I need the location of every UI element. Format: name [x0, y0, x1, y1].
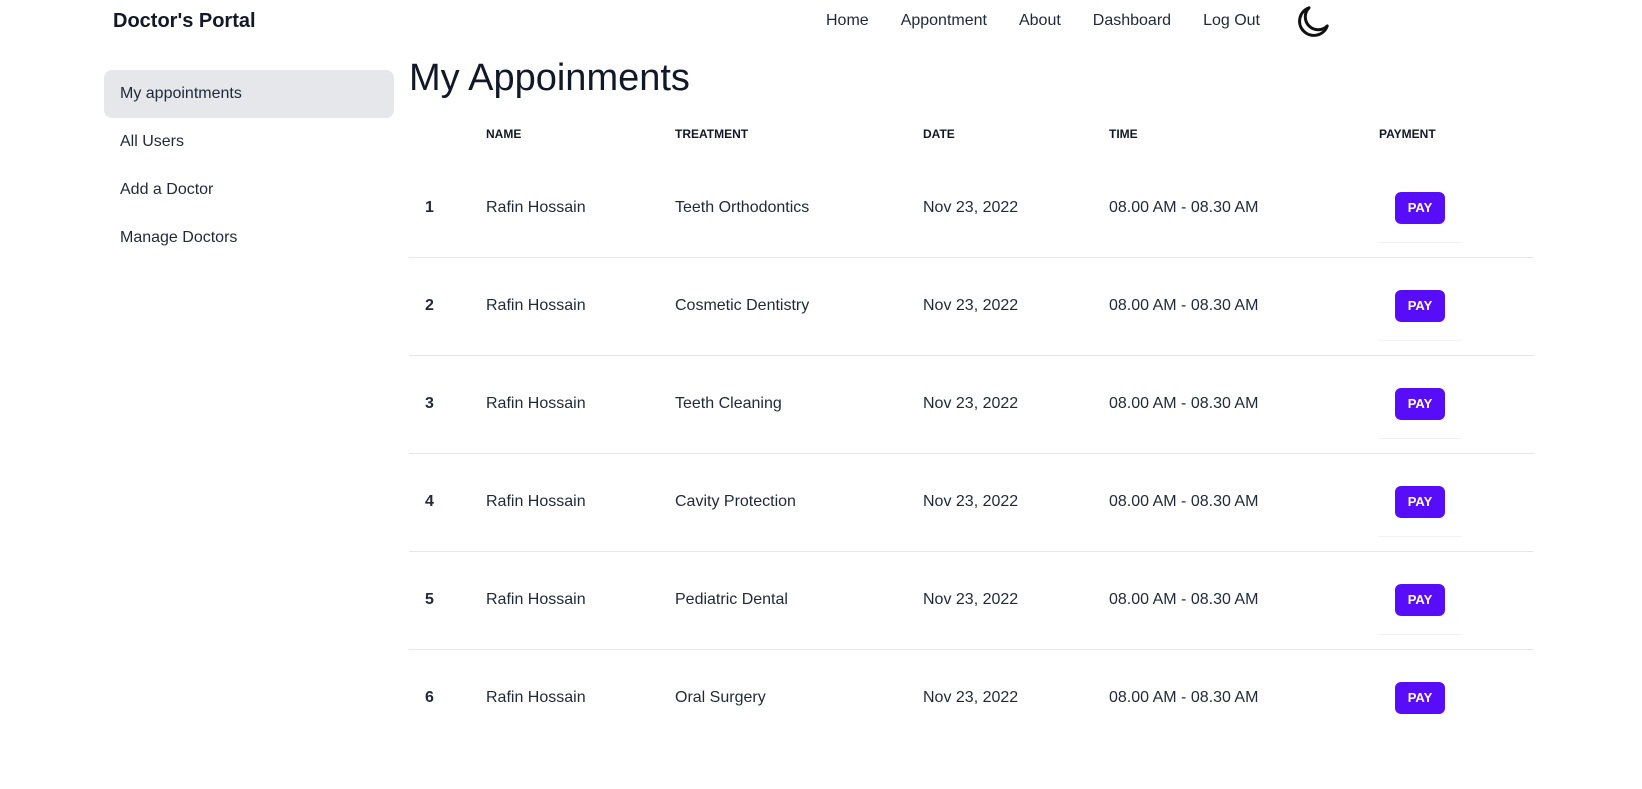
appointment-time: 08.00 AM - 08.30 AM	[1109, 689, 1259, 707]
pay-button[interactable]: PAY	[1395, 682, 1445, 715]
divider	[1379, 339, 1461, 341]
page-title: My Appoinments	[409, 57, 690, 99]
header-time: Time	[1109, 127, 1138, 141]
navbar: Doctor's Portal Home Appontment About Da…	[0, 0, 1642, 46]
patient-name: Rafin Hossain	[486, 395, 586, 412]
appointment-date: Nov 23, 2022	[923, 198, 1019, 216]
header-treatment: Treatment	[675, 127, 749, 141]
row-index: 1	[425, 198, 434, 216]
payment-cell: PAY	[1379, 355, 1534, 453]
pay-button[interactable]: PAY	[1395, 388, 1445, 420]
pay-button[interactable]: PAY	[1395, 486, 1445, 518]
treatment: Teeth Cleaning	[675, 395, 782, 412]
patient-name: Rafin Hossain	[486, 689, 586, 707]
sidebar: My appointments All Users Add a Doctor M…	[104, 70, 394, 262]
appointment-date: Nov 23, 2022	[923, 689, 1019, 707]
moon-icon	[1298, 6, 1329, 37]
row-index: 5	[425, 591, 434, 608]
header-date: Date	[923, 127, 955, 141]
table-row: 5 Rafin Hossain Pediatric Dental Nov 23,…	[409, 551, 1534, 649]
table-row: 4 Rafin Hossain Cavity Protection Nov 23…	[409, 453, 1534, 551]
nav-home[interactable]: Home	[810, 12, 885, 30]
appointment-time: 08.00 AM - 08.30 AM	[1109, 395, 1259, 412]
theme-toggle-button[interactable]	[1294, 3, 1332, 41]
divider	[1379, 437, 1461, 439]
appointment-date: Nov 23, 2022	[923, 297, 1019, 314]
payment-cell: PAY	[1379, 551, 1534, 649]
appointment-date: Nov 23, 2022	[923, 493, 1019, 510]
payment-cell: PAY	[1379, 453, 1534, 551]
patient-name: Rafin Hossain	[486, 493, 586, 510]
header-payment: Payment	[1379, 127, 1436, 141]
sidebar-item-my-appointments[interactable]: My appointments	[104, 70, 394, 118]
row-index: 6	[425, 689, 434, 707]
appointments-table: Name Treatment Date Time Payment 1 Rafin…	[409, 109, 1534, 747]
appointment-time: 08.00 AM - 08.30 AM	[1109, 591, 1259, 608]
table-row: 3 Rafin Hossain Teeth Cleaning Nov 23, 2…	[409, 355, 1534, 453]
divider	[1379, 241, 1461, 243]
header-index	[409, 109, 486, 159]
appointment-time: 08.00 AM - 08.30 AM	[1109, 297, 1259, 314]
table-row: 2 Rafin Hossain Cosmetic Dentistry Nov 2…	[409, 257, 1534, 355]
patient-name: Rafin Hossain	[486, 297, 586, 314]
table-row: 1 Rafin Hossain Teeth Orthodontics Nov 2…	[409, 159, 1534, 257]
nav-dashboard[interactable]: Dashboard	[1077, 12, 1187, 30]
treatment: Oral Surgery	[675, 689, 766, 707]
row-index: 2	[425, 297, 434, 314]
nav-appointment[interactable]: Appontment	[885, 12, 1003, 30]
appointment-date: Nov 23, 2022	[923, 591, 1019, 608]
sidebar-item-add-doctor[interactable]: Add a Doctor	[104, 166, 394, 214]
table-row: 6 Rafin Hossain Oral Surgery Nov 23, 202…	[409, 649, 1534, 747]
table-header-row: Name Treatment Date Time Payment	[409, 109, 1534, 159]
pay-button[interactable]: PAY	[1395, 191, 1445, 224]
appointment-time: 08.00 AM - 08.30 AM	[1109, 198, 1259, 216]
treatment: Teeth Orthodontics	[675, 198, 810, 216]
sidebar-item-all-users[interactable]: All Users	[104, 118, 394, 166]
row-index: 3	[425, 395, 434, 412]
appointment-time: 08.00 AM - 08.30 AM	[1109, 493, 1259, 510]
treatment: Cavity Protection	[675, 493, 796, 510]
patient-name: Rafin Hossain	[486, 198, 586, 216]
sidebar-item-manage-doctors[interactable]: Manage Doctors	[104, 214, 394, 262]
nav-about[interactable]: About	[1003, 12, 1077, 30]
patient-name: Rafin Hossain	[486, 591, 586, 608]
pay-button[interactable]: PAY	[1395, 584, 1445, 616]
row-index: 4	[425, 493, 434, 510]
pay-button[interactable]: PAY	[1395, 290, 1445, 322]
divider	[1379, 633, 1461, 635]
nav-logout[interactable]: Log Out	[1187, 12, 1276, 30]
main-content: My Appoinments Name Treatment Date Time …	[409, 50, 1534, 747]
page: Doctor's Portal Home Appontment About Da…	[0, 0, 1642, 789]
appointment-date: Nov 23, 2022	[923, 395, 1019, 412]
payment-cell: PAY	[1379, 257, 1534, 355]
treatment: Cosmetic Dentistry	[675, 297, 810, 314]
nav-links: Home Appontment About Dashboard Log Out	[810, 12, 1276, 30]
brand-logo[interactable]: Doctor's Portal	[113, 10, 256, 33]
payment-cell: PAY	[1379, 649, 1534, 747]
treatment: Pediatric Dental	[675, 591, 788, 608]
header-name: Name	[486, 127, 522, 141]
divider	[1379, 535, 1461, 537]
payment-cell: PAY	[1379, 159, 1534, 257]
